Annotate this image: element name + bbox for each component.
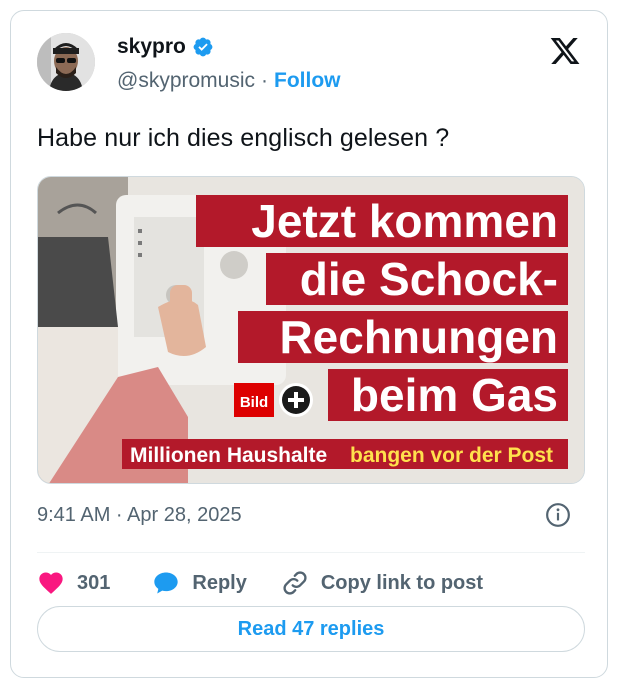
x-logo-icon[interactable] [549, 35, 581, 67]
author-handle[interactable]: @skypromusic [117, 69, 255, 93]
author-display-name[interactable]: skypro [117, 35, 186, 59]
subline-white-text: Millionen Haushalte [130, 444, 327, 467]
copy-link-button[interactable]: Copy link to post [281, 569, 483, 597]
media-illustration: Jetzt kommen die Schock- Rechnungen beim… [38, 177, 584, 483]
tweet-media-image[interactable]: Jetzt kommen die Schock- Rechnungen beim… [37, 176, 585, 484]
tweet-card: skypro @skypromusic · Follow Habe nur ic… [10, 10, 608, 678]
avatar-image [37, 33, 95, 91]
like-button[interactable]: 301 [37, 569, 110, 597]
tweet-actions: 301 Reply Copy link to post [37, 563, 483, 603]
tweet-timestamp[interactable]: 9:41 AM · Apr 28, 2025 [37, 504, 242, 527]
subline-highlight-text: bangen vor der Post [350, 444, 553, 467]
divider [37, 552, 585, 553]
author-name-row: skypro [117, 35, 214, 59]
reply-bubble-icon [154, 572, 179, 594]
like-count: 301 [77, 571, 111, 594]
bild-logo-text: Bild [240, 394, 268, 411]
headline-line-3: Rechnungen [279, 311, 558, 363]
verified-badge-icon [193, 37, 213, 57]
reply-label: Reply [192, 571, 247, 594]
headline-line-1: Jetzt kommen [251, 195, 558, 247]
link-icon [283, 571, 307, 595]
subline-block: Millionen Haushalte bangen vor der Post [122, 439, 568, 469]
copy-link-label: Copy link to post [320, 571, 484, 594]
bild-plus-logo: Bild [234, 383, 313, 417]
tweet-text: Habe nur ich dies englisch gelesen ? [37, 124, 450, 152]
follow-button[interactable]: Follow [274, 69, 341, 93]
author-handle-row: @skypromusic · Follow [117, 69, 341, 93]
separator-dot: · [261, 69, 269, 92]
avatar[interactable] [37, 33, 95, 91]
headline-line-4: beim Gas [351, 369, 558, 421]
reply-button[interactable]: Reply [152, 569, 247, 597]
read-replies-button[interactable]: Read 47 replies [37, 606, 585, 652]
info-icon[interactable] [545, 502, 571, 528]
headline-line-2: die Schock- [300, 253, 558, 305]
heart-icon [39, 572, 63, 594]
